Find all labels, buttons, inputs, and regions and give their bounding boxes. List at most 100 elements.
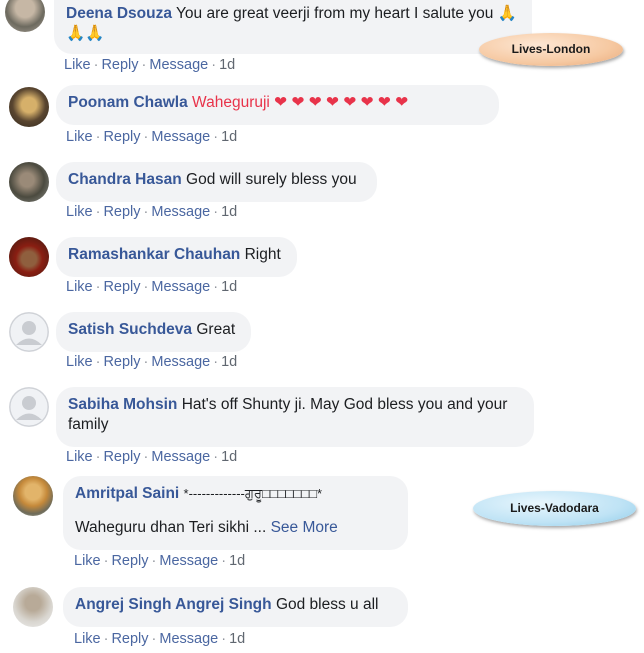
separator: · bbox=[143, 204, 149, 220]
comment-bubble: Amritpal Saini *-------------ਗੁਰੂ□□□□□□□… bbox=[63, 476, 408, 550]
like-link[interactable]: Like bbox=[66, 279, 93, 295]
reply-link[interactable]: Reply bbox=[103, 449, 140, 465]
comment-age[interactable]: 1d bbox=[221, 204, 237, 220]
annotation-london-label: Lives-London bbox=[511, 42, 591, 56]
comment-bubble: Poonam Chawla Waheguruji ❤ ❤ ❤ ❤ ❤ ❤ ❤ ❤ bbox=[56, 85, 499, 125]
see-more-link[interactable]: See More bbox=[271, 519, 338, 536]
reply-link[interactable]: Reply bbox=[103, 204, 140, 220]
separator: · bbox=[213, 449, 219, 465]
comment-text: Great bbox=[196, 321, 236, 338]
comment-text: Right bbox=[244, 246, 281, 263]
separator: · bbox=[151, 553, 157, 569]
comment-actions: Like · Reply · Message · 1d bbox=[66, 129, 237, 145]
comment-actions: Like · Reply · Message · 1d bbox=[66, 279, 237, 295]
reply-link[interactable]: Reply bbox=[103, 279, 140, 295]
separator: · bbox=[221, 631, 227, 647]
message-link[interactable]: Message bbox=[151, 204, 210, 220]
separator: · bbox=[213, 354, 219, 370]
message-link[interactable]: Message bbox=[151, 449, 210, 465]
comment-age[interactable]: 1d bbox=[221, 449, 237, 465]
annotation-london: Lives-London bbox=[479, 33, 623, 66]
avatar[interactable] bbox=[13, 587, 53, 627]
comment-actions: Like · Reply · Message · 1d bbox=[74, 553, 245, 569]
comment-age[interactable]: 1d bbox=[219, 57, 235, 73]
reply-link[interactable]: Reply bbox=[111, 553, 148, 569]
comment-author[interactable]: Chandra Hasan bbox=[68, 171, 182, 188]
separator: · bbox=[95, 354, 101, 370]
avatar-placeholder[interactable] bbox=[9, 387, 49, 427]
comment-text: Hat's off Shunty ji. May God bless you a… bbox=[181, 396, 508, 413]
default-person-icon bbox=[9, 387, 49, 427]
separator: · bbox=[95, 204, 101, 220]
like-link[interactable]: Like bbox=[66, 129, 93, 145]
like-link[interactable]: Like bbox=[66, 449, 93, 465]
avatar[interactable] bbox=[5, 0, 45, 32]
comment-text: You are great veerji from my heart I sal… bbox=[175, 5, 517, 22]
avatar-placeholder[interactable] bbox=[9, 312, 49, 352]
separator: · bbox=[143, 279, 149, 295]
reply-link[interactable]: Reply bbox=[111, 631, 148, 647]
comment-text-line2: family bbox=[68, 416, 109, 433]
separator: · bbox=[143, 354, 149, 370]
comment-age[interactable]: 1d bbox=[221, 279, 237, 295]
separator: · bbox=[211, 57, 217, 73]
comment-actions: Like · Reply · Message · 1d bbox=[66, 354, 237, 370]
message-link[interactable]: Message bbox=[159, 553, 218, 569]
separator: · bbox=[141, 57, 147, 73]
message-link[interactable]: Message bbox=[149, 57, 208, 73]
comment-age[interactable]: 1d bbox=[221, 129, 237, 145]
comment-text-line2: 🙏🙏 bbox=[66, 25, 105, 42]
separator: · bbox=[221, 553, 227, 569]
comment-bubble: Sabiha Mohsin Hat's off Shunty ji. May G… bbox=[56, 387, 534, 447]
separator: · bbox=[103, 553, 109, 569]
comment-text: *-------------ਗੁਰੂ□□□□□□□* bbox=[183, 486, 323, 501]
message-link[interactable]: Message bbox=[151, 354, 210, 370]
message-link[interactable]: Message bbox=[159, 631, 218, 647]
separator: · bbox=[103, 631, 109, 647]
comment-author[interactable]: Ramashankar Chauhan bbox=[68, 246, 240, 263]
comment-author[interactable]: Deena Dsouza bbox=[66, 5, 172, 22]
comment-age[interactable]: 1d bbox=[229, 631, 245, 647]
comment-text-line2: Waheguru dhan Teri sikhi bbox=[75, 519, 250, 536]
separator: · bbox=[93, 57, 99, 73]
avatar[interactable] bbox=[9, 162, 49, 202]
avatar[interactable] bbox=[9, 87, 49, 127]
comment-actions: Like · Reply · Message · 1d bbox=[66, 449, 237, 465]
reply-link[interactable]: Reply bbox=[103, 129, 140, 145]
separator: · bbox=[143, 129, 149, 145]
like-link[interactable]: Like bbox=[74, 553, 101, 569]
comment-age[interactable]: 1d bbox=[229, 553, 245, 569]
comment-author[interactable]: Sabiha Mohsin bbox=[68, 396, 177, 413]
comment-author[interactable]: Satish Suchdeva bbox=[68, 321, 192, 338]
avatar[interactable] bbox=[13, 476, 53, 516]
ellipsis: ... bbox=[253, 519, 267, 536]
comment-author[interactable]: Amritpal Saini bbox=[75, 485, 179, 502]
comment-bubble: Chandra Hasan God will surely bless you bbox=[56, 162, 377, 202]
like-link[interactable]: Like bbox=[66, 204, 93, 220]
message-link[interactable]: Message bbox=[151, 129, 210, 145]
separator: · bbox=[213, 204, 219, 220]
avatar[interactable] bbox=[9, 237, 49, 277]
like-link[interactable]: Like bbox=[74, 631, 101, 647]
message-link[interactable]: Message bbox=[151, 279, 210, 295]
default-person-icon bbox=[9, 312, 49, 352]
like-link[interactable]: Like bbox=[66, 354, 93, 370]
comment-author[interactable]: Angrej Singh Angrej Singh bbox=[75, 596, 272, 613]
comment-actions: Like · Reply · Message · 1d bbox=[64, 57, 235, 73]
comment-bubble: Satish Suchdeva Great bbox=[56, 312, 251, 352]
separator: · bbox=[143, 449, 149, 465]
comment-actions: Like · Reply · Message · 1d bbox=[66, 204, 237, 220]
reply-link[interactable]: Reply bbox=[101, 57, 138, 73]
annotation-vadodara: Lives-Vadodara bbox=[473, 491, 636, 526]
like-link[interactable]: Like bbox=[64, 57, 91, 73]
comment-age[interactable]: 1d bbox=[221, 354, 237, 370]
comment-text: Waheguruji ❤ ❤ ❤ ❤ ❤ ❤ ❤ ❤ bbox=[192, 94, 409, 111]
comment-text: God bless u all bbox=[275, 596, 379, 613]
separator: · bbox=[213, 129, 219, 145]
reply-link[interactable]: Reply bbox=[103, 354, 140, 370]
comment-bubble: Ramashankar Chauhan Right bbox=[56, 237, 297, 277]
separator: · bbox=[95, 129, 101, 145]
comment-text: God will surely bless you bbox=[186, 171, 357, 188]
comment-author[interactable]: Poonam Chawla bbox=[68, 94, 188, 111]
comment-bubble: Angrej Singh Angrej Singh God bless u al… bbox=[63, 587, 408, 627]
